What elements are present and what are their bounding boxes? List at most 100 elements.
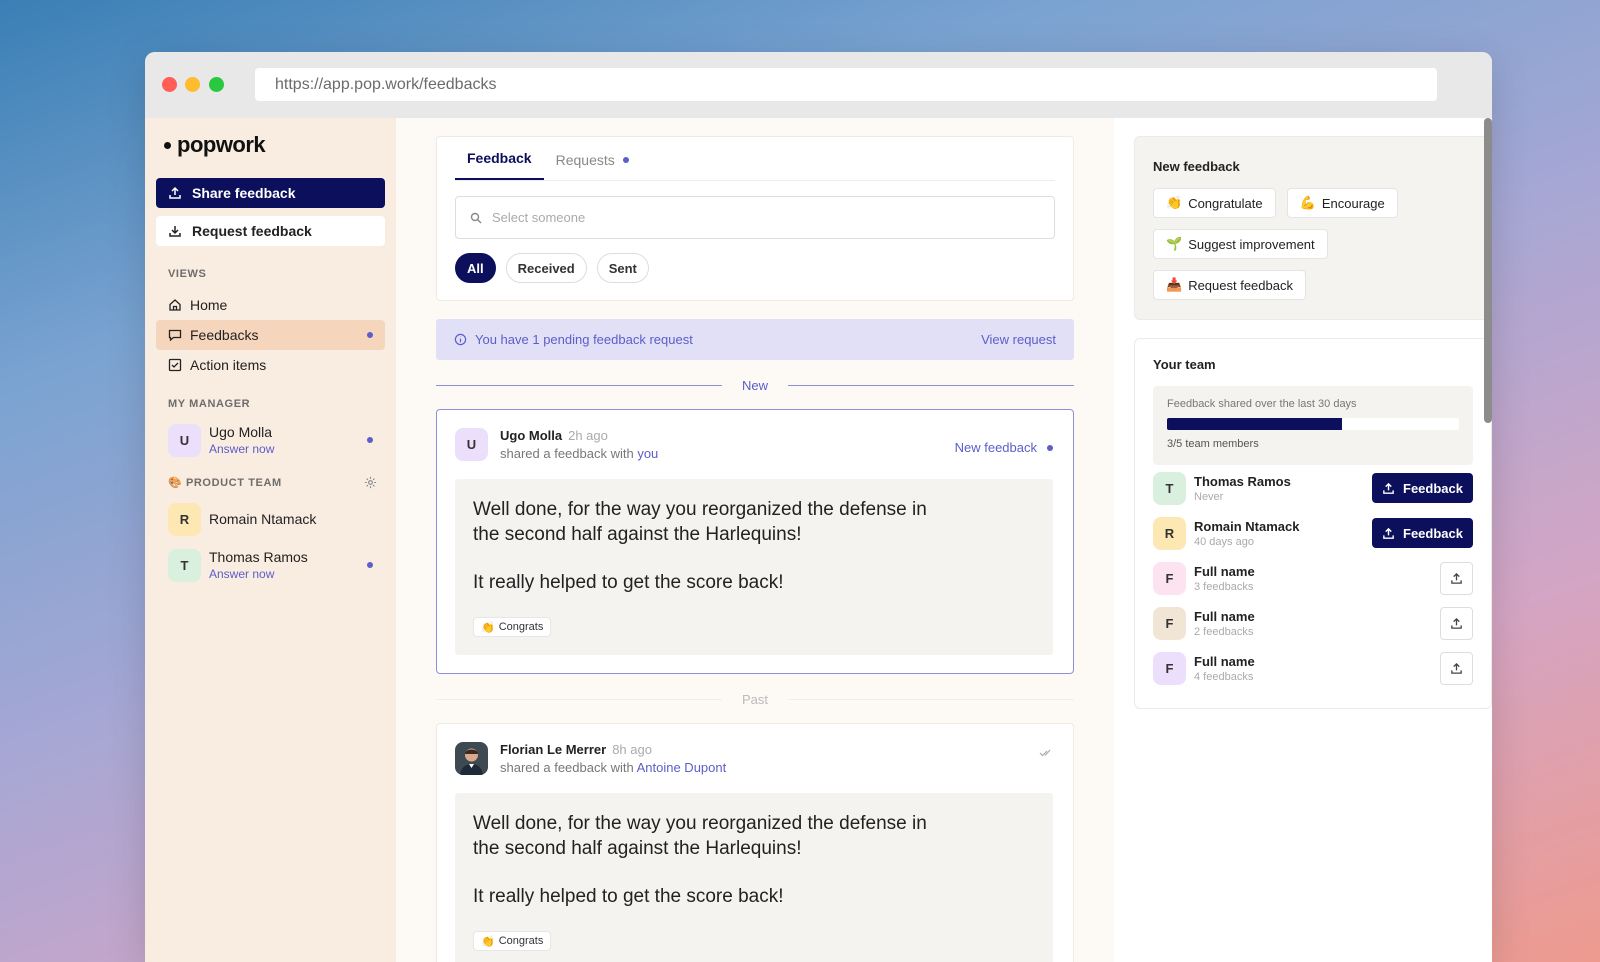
share-icon-button[interactable] bbox=[1440, 606, 1473, 640]
avatar: F bbox=[1153, 606, 1186, 640]
filter-chips: All Received Sent bbox=[455, 253, 1055, 283]
recipient-link[interactable]: you bbox=[637, 446, 658, 461]
request-feedback-action-button[interactable]: 📥 Request feedback bbox=[1153, 270, 1306, 300]
member-sub: 4 feedbacks bbox=[1194, 670, 1254, 683]
nav-item-action-items[interactable]: Action items bbox=[156, 350, 385, 380]
banner-text: You have 1 pending feedback request bbox=[475, 332, 693, 347]
recipient-link[interactable]: Antoine Dupont bbox=[637, 760, 727, 775]
action-label: Encourage bbox=[1321, 195, 1385, 211]
feedback-card[interactable]: Florian Le Merrer 8h ago shared a feedbac… bbox=[436, 723, 1074, 962]
action-label: Suggest improvement bbox=[1188, 236, 1315, 252]
view-request-link[interactable]: View request bbox=[981, 332, 1056, 347]
action-label: Request feedback bbox=[1188, 277, 1293, 293]
avatar: F bbox=[1153, 651, 1186, 685]
avatar: U bbox=[455, 428, 488, 461]
divider-label: New bbox=[742, 378, 769, 393]
unread-indicator bbox=[367, 562, 373, 568]
member-sub: Never bbox=[1194, 490, 1224, 503]
member-name: Romain Ntamack bbox=[1194, 518, 1300, 534]
new-feedback-panel: New feedback 👏 Congratulate 💪 Encourage 🌱 S… bbox=[1134, 136, 1492, 320]
share-feedback-button[interactable]: Share feedback bbox=[156, 178, 385, 208]
suggest-improvement-button[interactable]: 🌱 Suggest improvement bbox=[1153, 229, 1328, 259]
scrollbar[interactable] bbox=[1484, 118, 1492, 423]
answer-now-link[interactable]: Answer now bbox=[209, 442, 274, 456]
info-icon bbox=[454, 333, 467, 346]
feed-time: 2h ago bbox=[568, 428, 608, 443]
clap-icon: 👏 bbox=[481, 935, 495, 948]
app: popwork Share feedback Request feedback … bbox=[145, 118, 1492, 962]
your-team-panel: Your team Feedback shared over the last … bbox=[1134, 338, 1492, 709]
views-section-label: VIEWS bbox=[168, 268, 385, 280]
team-item-thomas[interactable]: T Thomas Ramos Answer now bbox=[156, 545, 385, 585]
upload-icon bbox=[169, 186, 181, 199]
congrats-tag: 👏 Congrats bbox=[473, 931, 552, 951]
divider-label: Past bbox=[742, 692, 769, 707]
team-label-text: PRODUCT TEAM bbox=[185, 477, 282, 489]
right-panel: New feedback 👏 Congratulate 💪 Encourage 🌱 S… bbox=[1114, 118, 1492, 962]
nav-item-label: Home bbox=[190, 297, 228, 313]
button-label: Feedback bbox=[1403, 525, 1463, 541]
request-feedback-button[interactable]: Request feedback bbox=[156, 216, 385, 246]
chat-icon bbox=[168, 329, 182, 342]
member-sub: 3 feedbacks bbox=[1194, 580, 1254, 593]
person-name: Ugo Molla bbox=[209, 424, 273, 440]
encourage-button[interactable]: 💪 Encourage bbox=[1286, 188, 1398, 218]
team-member-row: F Full name 2 feedbacks bbox=[1153, 601, 1473, 645]
filter-all[interactable]: All bbox=[455, 253, 496, 283]
tab-feedback[interactable]: Feedback bbox=[455, 150, 544, 180]
tag-label: Congrats bbox=[498, 621, 544, 633]
manager-item[interactable]: U Ugo Molla Answer now bbox=[156, 420, 385, 460]
give-feedback-button[interactable]: Feedback bbox=[1372, 473, 1473, 503]
filter-sent[interactable]: Sent bbox=[596, 253, 649, 283]
logo[interactable]: popwork bbox=[164, 132, 385, 158]
share-feedback-label: Share feedback bbox=[192, 185, 296, 201]
person-name: Thomas Ramos bbox=[209, 549, 308, 565]
manager-section-label: MY MANAGER bbox=[168, 398, 385, 410]
avatar: U bbox=[168, 423, 201, 457]
minimize-window-button[interactable] bbox=[185, 77, 200, 92]
inbox-icon: 📥 bbox=[1166, 277, 1183, 292]
filter-received[interactable]: Received bbox=[505, 253, 587, 283]
search-input[interactable]: Select someone bbox=[455, 196, 1055, 239]
upload-icon bbox=[1451, 617, 1462, 629]
team-member-row: F Full name 3 feedbacks bbox=[1153, 556, 1473, 600]
upload-icon bbox=[1451, 572, 1462, 584]
upload-icon bbox=[1383, 482, 1394, 494]
congratulate-button[interactable]: 👏 Congratulate bbox=[1153, 188, 1276, 218]
upload-icon bbox=[1383, 527, 1394, 539]
logo-dot-icon bbox=[164, 141, 171, 149]
tab-label: Feedback bbox=[467, 150, 532, 166]
feed-author: Ugo Molla bbox=[500, 428, 563, 443]
share-icon-button[interactable] bbox=[1440, 561, 1473, 595]
team-item-romain[interactable]: R Romain Ntamack bbox=[156, 499, 385, 539]
gear-icon[interactable] bbox=[364, 476, 377, 489]
logo-text: popwork bbox=[177, 132, 266, 157]
unread-indicator bbox=[367, 332, 373, 338]
nav-item-home[interactable]: Home bbox=[156, 290, 385, 320]
share-icon-button[interactable] bbox=[1440, 651, 1473, 685]
feedback-text: Well done, for the way you reorganized t… bbox=[473, 813, 927, 859]
new-feedback-badge: New feedback bbox=[955, 440, 1053, 455]
tabs: Feedback Requests bbox=[455, 137, 1055, 181]
upload-icon bbox=[1451, 662, 1462, 674]
double-check-icon bbox=[1039, 749, 1051, 757]
nav-item-feedbacks[interactable]: Feedbacks bbox=[156, 320, 385, 350]
team-member-row: T Thomas Ramos Never Feedback bbox=[1153, 466, 1473, 510]
member-name: Full name bbox=[1194, 653, 1255, 669]
title-bar: https://app.pop.work/feedbacks bbox=[145, 52, 1492, 118]
answer-now-link[interactable]: Answer now bbox=[209, 567, 308, 581]
member-name: Full name bbox=[1194, 563, 1255, 579]
give-feedback-button[interactable]: Feedback bbox=[1372, 518, 1473, 548]
pending-request-banner: You have 1 pending feedback request View… bbox=[436, 319, 1074, 360]
team-section-label: 🎨 PRODUCT TEAM bbox=[168, 476, 385, 489]
tab-indicator bbox=[622, 157, 629, 163]
unread-indicator bbox=[367, 437, 373, 443]
tab-requests[interactable]: Requests bbox=[544, 152, 641, 180]
search-icon bbox=[470, 212, 482, 223]
user-photo-icon bbox=[455, 742, 488, 775]
feedback-card[interactable]: U Ugo Molla 2h ago shared a feedback with… bbox=[436, 409, 1074, 674]
close-window-button[interactable] bbox=[162, 77, 177, 92]
avatar: T bbox=[168, 548, 201, 582]
url-bar[interactable]: https://app.pop.work/feedbacks bbox=[255, 68, 1437, 101]
maximize-window-button[interactable] bbox=[209, 77, 224, 92]
